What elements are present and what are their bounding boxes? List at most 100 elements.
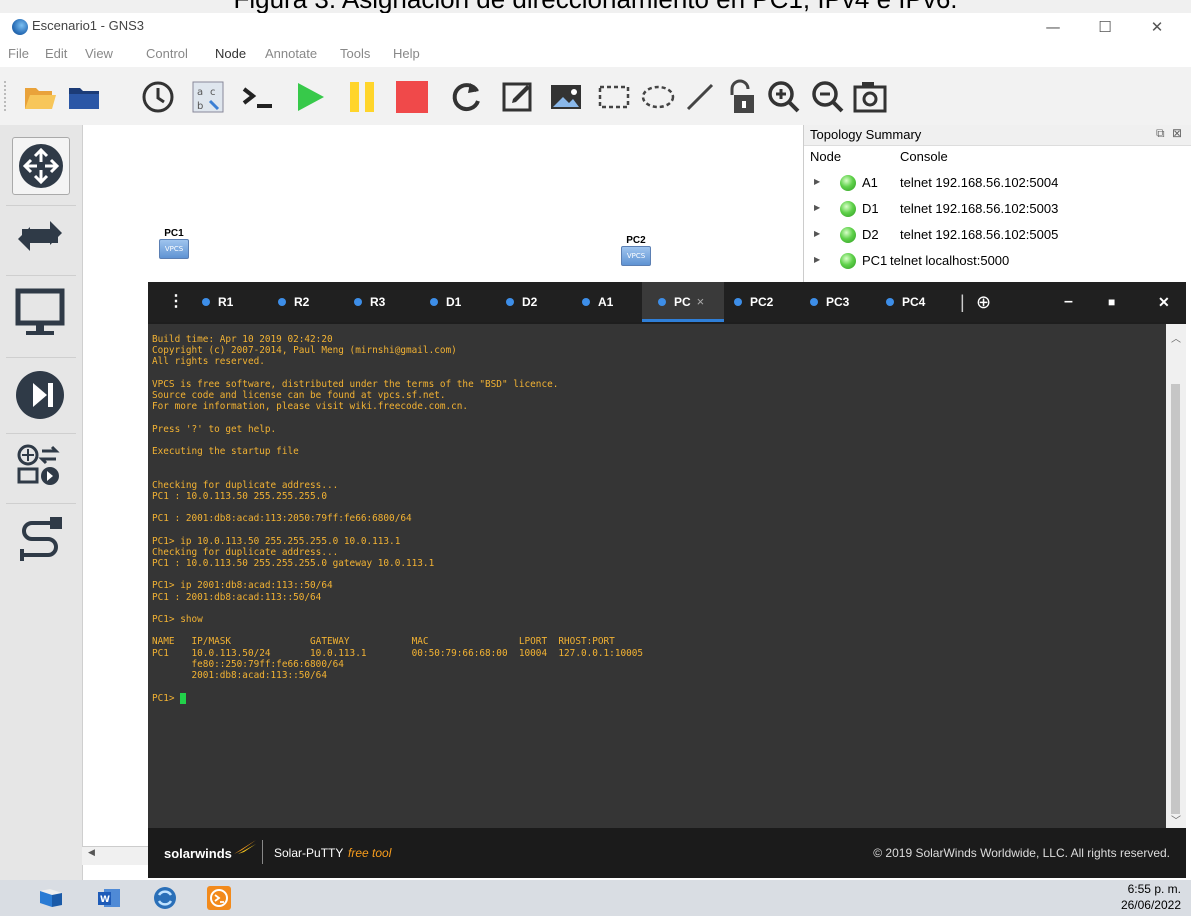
menu-edit[interactable]: Edit [45,46,67,61]
svg-text:b: b [197,101,203,112]
tab-a1[interactable]: A1 [582,282,613,322]
gns3-icon[interactable] [152,885,178,911]
end-devices-button[interactable] [12,285,68,341]
scroll-thumb[interactable] [1171,384,1180,814]
image-icon[interactable] [548,79,584,115]
scroll-left-icon[interactable]: ◀ [88,848,95,858]
add-link-button[interactable] [12,513,68,569]
close-button[interactable]: ✕ [1134,13,1180,41]
expand-arrow-icon[interactable]: ▶ [814,229,820,238]
window-titlebar: Escenario1 - GNS3 — ☐ ✕ [0,13,1191,41]
terminal-vscroll[interactable]: ︿ ﹀ [1166,324,1186,828]
security-devices-button[interactable] [12,367,68,423]
session-dot-icon [734,297,742,306]
putty-maximize-button[interactable]: ■ [1108,282,1115,322]
terminal-line: NAME IP/MASK GATEWAY MAC LPORT RHOST:POR… [152,636,615,648]
system-clock[interactable]: 6:55 p. m. 26/06/2022 [1121,881,1181,913]
session-tab-bar: ⋮ R1 R2 R3 D1 D2 A1 PC × PC2 PC3 PC4 | ⊕ … [148,282,1186,322]
expand-arrow-icon[interactable]: ▶ [814,203,820,212]
scroll-down-icon[interactable]: ﹀ [1171,812,1181,827]
canvas-node-pc2[interactable]: PC2 VPCS [621,235,651,266]
maximize-button[interactable]: ☐ [1082,13,1128,41]
cable-icon [20,517,62,561]
tab-pc1[interactable]: PC × [658,282,704,322]
expand-arrow-icon[interactable]: ▶ [814,255,820,264]
snapshot-icon[interactable]: a cb [190,79,226,115]
solar-putty-icon[interactable] [206,885,232,911]
menu-tools[interactable]: Tools [340,46,370,61]
topology-row[interactable]: ▶ D2 telnet 192.168.56.102:5005 [804,223,1191,249]
menu-control[interactable]: Control [146,46,188,61]
putty-close-button[interactable]: ✕ [1158,282,1170,322]
expand-arrow-icon[interactable]: ▶ [814,177,820,186]
word-icon[interactable]: W [96,887,122,909]
reload-icon[interactable] [448,79,484,115]
start-icon[interactable] [292,79,328,115]
tab-pc4[interactable]: PC4 [886,282,925,322]
node-name: A1 [862,175,878,190]
switches-button[interactable] [12,207,68,263]
topology-row[interactable]: ▶ A1 telnet 192.168.56.102:5004 [804,171,1191,197]
putty-menu-icon[interactable]: ⋮ [168,282,184,322]
minimize-button[interactable]: — [1030,13,1076,41]
tab-pc2[interactable]: PC2 [734,282,773,322]
open-folder-icon[interactable] [22,79,58,115]
solarwinds-logo: solarwinds [164,846,232,861]
rectangle-icon[interactable] [596,79,632,115]
console-icon[interactable] [240,79,276,115]
terminal-line: Build time: Apr 10 2019 02:42:20 [152,334,333,345]
line-icon[interactable] [682,79,718,115]
menu-help[interactable]: Help [393,46,420,61]
topology-row[interactable]: ▶ D1 telnet 192.168.56.102:5003 [804,197,1191,223]
menu-view[interactable]: View [85,46,113,61]
float-panel-icon[interactable]: ⧉ [1156,126,1165,141]
status-on-icon [840,201,856,217]
add-tab-icon[interactable]: ⊕ [976,282,991,322]
tab-r2[interactable]: R2 [278,282,309,322]
folder-icon[interactable] [66,79,102,115]
tab-r3[interactable]: R3 [354,282,385,322]
tab-label: PC2 [750,295,774,309]
zoom-in-icon[interactable] [766,79,802,115]
router-icon [19,144,63,188]
explorer-icon[interactable] [38,887,64,909]
edit-note-icon[interactable] [500,79,536,115]
zoom-out-icon[interactable] [810,79,846,115]
tab-d1[interactable]: D1 [430,282,461,322]
all-devices-button[interactable] [12,437,68,493]
lock-icon[interactable] [724,79,760,115]
switch-icon [18,221,62,251]
menu-annotate[interactable]: Annotate [265,46,317,61]
pause-icon[interactable] [344,79,380,115]
close-tab-icon[interactable]: × [697,294,705,309]
close-panel-icon[interactable]: ⊠ [1172,126,1182,140]
toolbar-grip[interactable] [4,81,9,111]
terminal-output[interactable]: Build time: Apr 10 2019 02:42:20 Copyrigh… [148,324,1166,828]
tab-separator: | [960,292,965,312]
tab-pc3[interactable]: PC3 [810,282,849,322]
putty-minimize-button[interactable]: – [1064,282,1073,322]
monitor-icon [15,288,65,335]
tab-d2[interactable]: D2 [506,282,537,322]
terminal-line: Checking for duplicate address... [152,546,339,558]
panel-separator [6,433,76,434]
menu-file[interactable]: File [8,46,29,61]
terminal-line: PC1 10.0.113.50/24 10.0.113.1 00:50:79:6… [152,647,644,659]
scroll-up-icon[interactable]: ︿ [1171,330,1181,345]
canvas-hscroll[interactable]: ◀ [82,846,148,865]
terminal-line: PC1> ip 2001:db8:acad:113::50/64 [152,580,333,592]
menu-node[interactable]: Node [215,46,246,61]
topology-row[interactable]: ▶ PC1 telnet localhost:5000 [804,249,1191,275]
canvas-node-pc1[interactable]: PC1 VPCS [159,228,189,259]
session-dot-icon [582,297,590,306]
ellipse-icon[interactable] [640,79,676,115]
stop-icon[interactable] [394,79,430,115]
screenshot-icon[interactable] [852,79,888,115]
panel-separator [6,357,76,358]
tab-r1[interactable]: R1 [202,282,233,322]
clock-icon[interactable] [140,79,176,115]
routers-button[interactable] [12,137,70,195]
